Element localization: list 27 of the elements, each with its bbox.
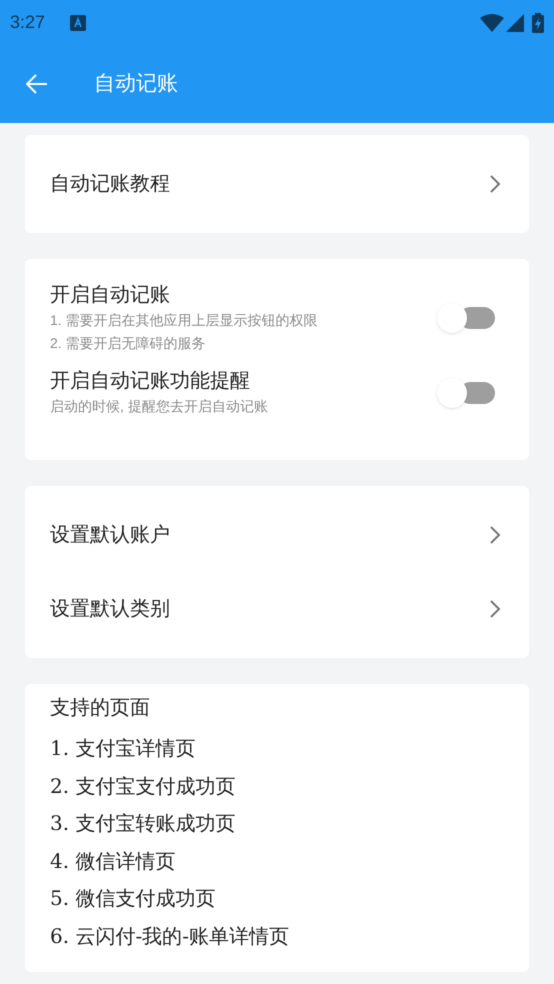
section-title: 支持的页面 bbox=[50, 696, 151, 721]
page-title: 自动记账 bbox=[94, 71, 178, 98]
chevron-right-icon bbox=[489, 525, 501, 545]
toggle-switch[interactable] bbox=[437, 303, 495, 333]
chevron-right-icon bbox=[489, 174, 501, 194]
toggle-switch[interactable] bbox=[437, 378, 495, 408]
supported-page-item: 6. 云闪付-我的-账单详情页 bbox=[50, 922, 290, 950]
signal-icon bbox=[506, 14, 524, 32]
supported-page-item: 5. 微信支付成功页 bbox=[50, 885, 216, 912]
supported-page-item: 2. 支付宝支付成功页 bbox=[50, 772, 236, 800]
supported-page-item: 4. 微信详情页 bbox=[50, 848, 176, 874]
supported-page-item: 3. 支付宝转账成功页 bbox=[50, 810, 236, 837]
chevron-right-icon bbox=[489, 599, 501, 619]
setting-description: 启动的时候, 提醒您去开启自动记账 bbox=[50, 397, 269, 416]
battery-icon bbox=[532, 12, 544, 32]
settings-row[interactable]: 设置默认类别 bbox=[25, 572, 529, 646]
setting-description: 1. 需要开启在其他应用上层显示按钮的权限 bbox=[50, 311, 319, 330]
setting-title: 开启自动记账 bbox=[50, 283, 171, 308]
wifi-icon bbox=[480, 14, 504, 32]
settings-row[interactable]: 自动记账教程 bbox=[25, 135, 529, 233]
setting-description: 2. 需要开启无障碍的服务 bbox=[50, 334, 207, 353]
status-time: 3:27 bbox=[10, 11, 46, 34]
setting-title: 开启自动记账功能提醒 bbox=[50, 369, 251, 394]
supported-page-item: 1. 支付宝详情页 bbox=[50, 735, 196, 762]
settings-row[interactable]: 设置默认账户 bbox=[25, 498, 529, 572]
back-arrow-icon bbox=[26, 74, 48, 94]
keyboard-icon bbox=[70, 14, 86, 30]
